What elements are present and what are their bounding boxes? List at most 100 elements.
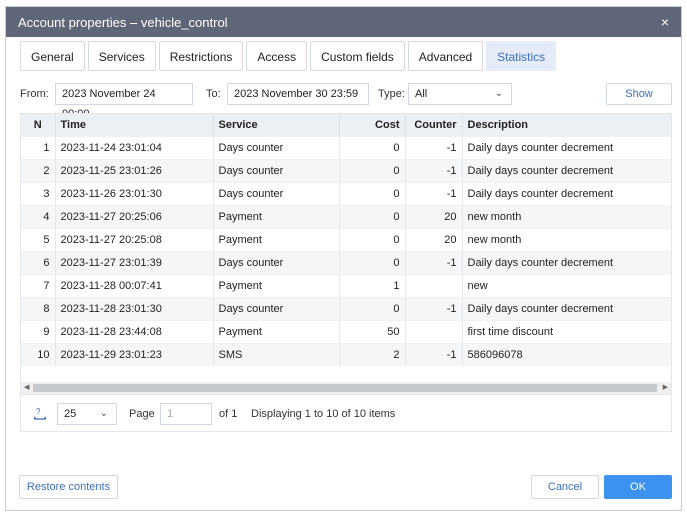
cell-service: Payment xyxy=(213,273,340,297)
cell-n: 3 xyxy=(21,181,56,205)
cell-description: Daily days counter decrement xyxy=(462,296,671,320)
cell-counter xyxy=(405,273,463,297)
column-header-time[interactable]: Time xyxy=(55,114,214,136)
cell-time: 2023-11-25 23:01:26 xyxy=(55,158,214,182)
refresh-icon[interactable]: ? xyxy=(33,407,47,421)
cell-description: Daily days counter decrement xyxy=(462,250,671,274)
statistics-table: N Time Service Cost Counter Description … xyxy=(20,113,672,395)
cell-cost: 50 xyxy=(339,319,406,343)
horizontal-scrollbar[interactable]: ◀ ▶ xyxy=(21,382,671,394)
table-row[interactable]: 5 2023-11-27 20:25:08 Payment 0 20 new month xyxy=(21,227,671,251)
svg-text:?: ? xyxy=(36,407,41,416)
cell-n: 4 xyxy=(21,204,56,228)
scroll-left-icon[interactable]: ◀ xyxy=(24,382,29,394)
to-label: To: xyxy=(206,88,221,100)
cell-cost: 0 xyxy=(339,135,406,159)
table-row[interactable]: 4 2023-11-27 20:25:06 Payment 0 20 new month xyxy=(21,204,671,228)
account-properties-dialog: Account properties – vehicle_control × G… xyxy=(5,6,682,511)
cell-n: 5 xyxy=(21,227,56,251)
cell-counter: -1 xyxy=(405,296,463,320)
page-total-label: of 1 xyxy=(219,408,238,420)
table-row[interactable]: 2 2023-11-25 23:01:26 Days counter 0 -1 Daily… xyxy=(21,158,671,182)
tab-custom-fields[interactable]: Custom fields xyxy=(310,41,405,71)
tab-restrictions[interactable]: Restrictions xyxy=(158,41,244,71)
cell-time: 2023-11-24 23:01:04 xyxy=(55,135,214,159)
dialog-title: Account properties – vehicle_control xyxy=(18,14,228,30)
table-row[interactable]: 6 2023-11-27 23:01:39 Days counter 0 -1 Daily… xyxy=(21,250,671,274)
cell-description: 586096078 xyxy=(462,342,671,366)
tab-services[interactable]: Services xyxy=(87,41,156,71)
tab-statistics[interactable]: Statistics xyxy=(486,41,557,71)
cell-counter: 20 xyxy=(405,204,463,228)
table-row[interactable]: 1 2023-11-24 23:01:04 Days counter 0 -1 Daily… xyxy=(21,135,671,159)
cell-counter xyxy=(405,319,463,343)
tab-general[interactable]: General xyxy=(20,41,85,71)
table-row[interactable]: 10 2023-11-29 23:01:23 SMS 2 -1 586096078 xyxy=(21,342,671,366)
cell-cost: 0 xyxy=(339,250,406,274)
ok-button[interactable]: OK xyxy=(604,475,672,499)
cell-service: Days counter xyxy=(213,250,340,274)
column-header-cost[interactable]: Cost xyxy=(339,114,406,136)
cell-service: Payment xyxy=(213,227,340,251)
cell-cost: 1 xyxy=(339,273,406,297)
cell-description: first time discount xyxy=(462,319,671,343)
cell-cost: 2 xyxy=(339,342,406,366)
page-label: Page xyxy=(129,408,155,420)
page-size-value: 25 xyxy=(64,408,77,420)
cell-description: Daily days counter decrement xyxy=(462,181,671,205)
cell-time: 2023-11-27 23:01:39 xyxy=(55,250,214,274)
cell-service: Days counter xyxy=(213,158,340,182)
type-label: Type: xyxy=(378,88,405,100)
column-header-n[interactable]: N xyxy=(21,114,56,136)
type-select[interactable]: All ⌄ xyxy=(408,83,512,105)
cell-n: 1 xyxy=(21,135,56,159)
cell-service: SMS xyxy=(213,342,340,366)
cell-time: 2023-11-26 23:01:30 xyxy=(55,181,214,205)
tab-advanced[interactable]: Advanced xyxy=(407,41,484,71)
restore-contents-button[interactable]: Restore contents xyxy=(19,475,118,499)
scrollbar-thumb[interactable] xyxy=(33,384,657,392)
tab-access[interactable]: Access xyxy=(246,41,308,71)
cell-service: Days counter xyxy=(213,135,340,159)
table-row[interactable]: 7 2023-11-28 00:07:41 Payment 1 new xyxy=(21,273,671,297)
chevron-down-icon: ⌄ xyxy=(99,408,108,419)
cell-time: 2023-11-27 20:25:08 xyxy=(55,227,214,251)
column-header-description[interactable]: Description xyxy=(462,114,671,136)
table-row[interactable]: 3 2023-11-26 23:01:30 Days counter 0 -1 Daily… xyxy=(21,181,671,205)
cell-service: Payment xyxy=(213,319,340,343)
cell-service: Payment xyxy=(213,204,340,228)
cell-n: 7 xyxy=(21,273,56,297)
table-row[interactable]: 9 2023-11-28 23:44:08 Payment 50 first time … xyxy=(21,319,671,343)
table-header-row: N Time Service Cost Counter Description xyxy=(21,114,671,136)
show-button[interactable]: Show xyxy=(606,83,672,105)
cell-cost: 0 xyxy=(339,296,406,320)
page-number-input[interactable]: 1 xyxy=(160,403,212,425)
cell-counter: 20 xyxy=(405,227,463,251)
scroll-right-icon[interactable]: ▶ xyxy=(663,382,668,394)
cell-n: 8 xyxy=(21,296,56,320)
cell-time: 2023-11-29 23:01:23 xyxy=(55,342,214,366)
column-header-counter[interactable]: Counter xyxy=(405,114,463,136)
cell-description: new month xyxy=(462,227,671,251)
pagination-bar: ? 25 ⌄ Page 1 of 1 Displaying 1 to 10 of… xyxy=(20,396,672,432)
column-header-service[interactable]: Service xyxy=(213,114,340,136)
cell-time: 2023-11-27 20:25:06 xyxy=(55,204,214,228)
from-date-field[interactable]: 2023 November 24 00:00 xyxy=(55,83,193,120)
cell-description: new xyxy=(462,273,671,297)
dialog-titlebar: Account properties – vehicle_control × xyxy=(6,7,681,37)
table-row[interactable]: 8 2023-11-28 23:01:30 Days counter 0 -1 Daily… xyxy=(21,296,671,320)
cell-service: Days counter xyxy=(213,181,340,205)
cell-time: 2023-11-28 23:01:30 xyxy=(55,296,214,320)
cell-cost: 0 xyxy=(339,158,406,182)
type-select-value: All xyxy=(415,88,428,100)
cell-description: Daily days counter decrement xyxy=(462,135,671,159)
page-size-select[interactable]: 25 ⌄ xyxy=(57,403,117,425)
cell-service: Days counter xyxy=(213,296,340,320)
cancel-button[interactable]: Cancel xyxy=(531,475,599,499)
close-icon[interactable]: × xyxy=(661,14,669,30)
cell-n: 10 xyxy=(21,342,56,366)
to-date-field[interactable]: 2023 November 30 23:59 xyxy=(227,83,369,105)
cell-counter: -1 xyxy=(405,158,463,182)
cell-n: 6 xyxy=(21,250,56,274)
cell-counter: -1 xyxy=(405,135,463,159)
